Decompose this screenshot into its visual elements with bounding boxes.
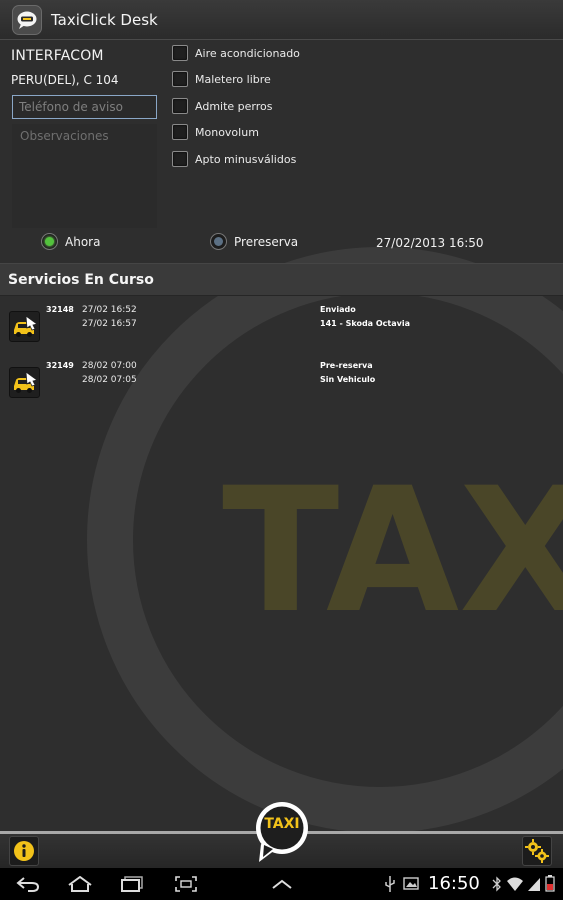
- taxi-request-button[interactable]: TAXI: [253, 800, 311, 864]
- service-vehicle: 141 - Skoda Octavia: [320, 319, 410, 328]
- app-icon[interactable]: [12, 4, 42, 35]
- wifi-icon: [507, 877, 523, 891]
- taxi-car-icon: [9, 367, 40, 398]
- service-row[interactable]: 32148 27/02 16:52 27/02 16:57 Enviado 14…: [0, 305, 563, 355]
- info-button[interactable]: [9, 836, 39, 866]
- recent-apps-icon: [121, 876, 143, 892]
- checkbox[interactable]: [172, 124, 188, 140]
- service-status: Pre-reserva: [320, 361, 373, 370]
- option-apto-minusvalidos[interactable]: Apto minusválidos: [172, 151, 296, 167]
- nav-back-button[interactable]: [15, 874, 41, 894]
- system-nav-bar: 16:50: [0, 868, 563, 900]
- order-datetime[interactable]: 27/02/2013 16:50: [376, 236, 484, 250]
- taxi-speech-bubble-icon: [256, 802, 308, 862]
- back-icon: [16, 877, 40, 892]
- nav-expand-button[interactable]: [270, 874, 294, 894]
- service-id: 32148: [46, 305, 74, 314]
- taxi-button-label: TAXI: [264, 816, 300, 832]
- taxi-speech-bubble-icon: [17, 11, 37, 29]
- option-maletero-libre[interactable]: Maletero libre: [172, 71, 271, 87]
- service-vehicle: Sin Vehiculo: [320, 375, 376, 384]
- option-admite-perros[interactable]: Admite perros: [172, 98, 272, 114]
- home-icon: [68, 876, 92, 892]
- system-clock: 16:50: [428, 873, 480, 894]
- service-time-eta: 28/02 07:05: [82, 375, 137, 385]
- info-icon: [14, 841, 34, 861]
- service-time-request: 28/02 07:00: [82, 361, 137, 371]
- settings-button[interactable]: [522, 836, 552, 866]
- checkbox[interactable]: [172, 45, 188, 61]
- expand-up-icon: [272, 879, 292, 889]
- battery-icon: [545, 875, 555, 892]
- nav-screenshot-button[interactable]: [174, 874, 198, 894]
- bluetooth-icon: [492, 876, 501, 892]
- radio-preorder[interactable]: Prereserva: [210, 233, 298, 250]
- screenshot-icon: [175, 876, 197, 892]
- observations-field[interactable]: [12, 124, 157, 228]
- option-label: Apto minusválidos: [195, 152, 297, 166]
- checkbox[interactable]: [172, 71, 188, 87]
- watermark-text: TAXI: [222, 450, 563, 651]
- radio-button[interactable]: [210, 233, 227, 250]
- image-icon: [403, 877, 419, 890]
- nav-recent-apps-button[interactable]: [119, 874, 145, 894]
- app-title: TaxiClick Desk: [51, 10, 158, 29]
- service-status: Enviado: [320, 305, 356, 314]
- service-time-eta: 27/02 16:57: [82, 319, 137, 329]
- option-aire-acondicionado[interactable]: Aire acondicionado: [172, 45, 300, 61]
- checkbox[interactable]: [172, 98, 188, 114]
- usb-icon: [385, 876, 395, 892]
- phone-input[interactable]: [12, 95, 157, 119]
- radio-button[interactable]: [41, 233, 58, 250]
- option-label: Admite perros: [195, 99, 273, 113]
- gears-icon: [525, 839, 549, 863]
- client-address: PERU(DEL), C 104: [11, 73, 119, 87]
- radio-now[interactable]: Ahora: [41, 233, 100, 250]
- service-id: 32149: [46, 361, 74, 370]
- signal-icon: [528, 878, 540, 891]
- service-row[interactable]: 32149 28/02 07:00 28/02 07:05 Pre-reserv…: [0, 361, 563, 411]
- radio-now-label: Ahora: [65, 234, 101, 249]
- option-label: Aire acondicionado: [195, 46, 300, 60]
- title-bar: TaxiClick Desk: [0, 0, 563, 40]
- client-name: INTERFACOM: [11, 48, 104, 64]
- checkbox[interactable]: [172, 151, 188, 167]
- taxi-car-icon: [9, 311, 40, 342]
- option-label: Monovolum: [195, 125, 259, 139]
- nav-home-button[interactable]: [66, 874, 94, 894]
- option-monovolum[interactable]: Monovolum: [172, 124, 259, 140]
- service-time-request: 27/02 16:52: [82, 305, 137, 315]
- services-header: Servicios En Curso: [0, 263, 563, 296]
- option-label: Maletero libre: [195, 72, 271, 86]
- radio-preorder-label: Prereserva: [234, 234, 299, 249]
